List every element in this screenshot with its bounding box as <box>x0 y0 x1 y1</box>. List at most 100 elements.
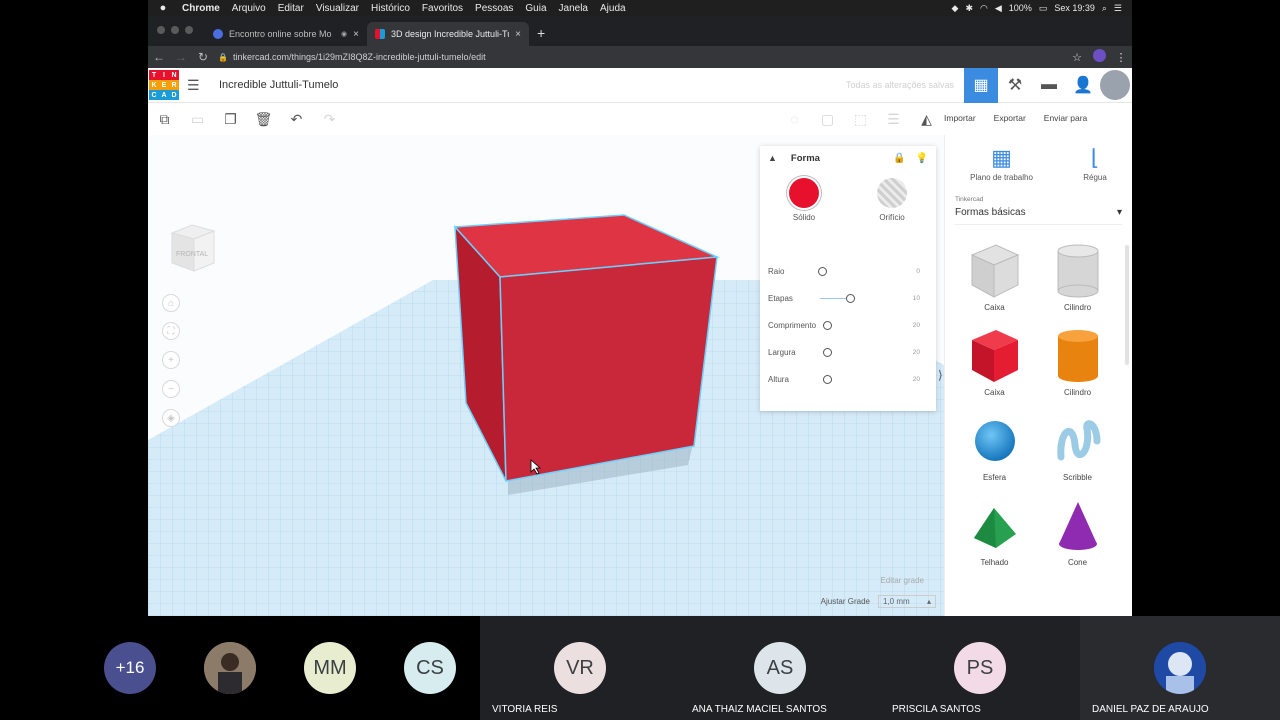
shape-box[interactable]: Caixa <box>953 326 1036 397</box>
shape-cylinder[interactable]: Cilindro <box>1036 326 1119 397</box>
design-title[interactable]: Incredible Juttuli-Tumelo <box>219 79 338 91</box>
shape-sphere[interactable]: Esfera <box>953 411 1036 482</box>
export-button[interactable]: Exportar <box>994 113 1026 123</box>
url-text[interactable]: tinkercad.com/things/1i29mZI8Q8Z-incredi… <box>233 52 486 62</box>
participant-tile[interactable]: DANIEL PAZ DE ARAUJO <box>1080 616 1280 720</box>
shape-box-hole[interactable]: Caixa <box>953 241 1036 312</box>
menu-app-name[interactable]: Chrome <box>182 3 228 14</box>
send-to-button[interactable]: Enviar para <box>1044 113 1087 123</box>
solid-swatch[interactable] <box>789 178 819 208</box>
redo-icon[interactable]: ↷ <box>313 111 346 128</box>
ruler-tool[interactable]: ⌊ Régua <box>1083 145 1107 182</box>
note-icon[interactable]: ◌ <box>778 111 811 127</box>
shape-roof[interactable]: Telhado <box>953 496 1036 567</box>
minimize-window-button[interactable] <box>171 26 179 34</box>
forward-icon[interactable]: → <box>170 50 192 64</box>
undo-icon[interactable]: ↶ <box>280 111 313 128</box>
group-icon[interactable]: ⬚ <box>844 111 877 128</box>
menu-editar[interactable]: Editar <box>278 3 312 14</box>
steps-slider[interactable] <box>846 294 855 303</box>
show-all-icon[interactable]: ▢ <box>811 111 844 128</box>
menu-favoritos[interactable]: Favoritos <box>422 3 471 14</box>
shape-cone[interactable]: Cone <box>1036 496 1119 567</box>
light-bulb-icon[interactable]: 💡 <box>916 153 928 164</box>
shape-cylinder-hole[interactable]: Cilindro <box>1036 241 1119 312</box>
lock-icon[interactable]: 🔒 <box>893 153 905 164</box>
close-window-button[interactable] <box>157 26 165 34</box>
tab-tinkercad[interactable]: 3D design Incredible Juttuli-Tu × <box>367 22 529 46</box>
collapse-caret-icon[interactable]: ▲ <box>768 153 777 163</box>
category-select[interactable]: Formas básicas <box>955 207 1026 218</box>
hole-swatch[interactable] <box>877 178 907 208</box>
prop-value[interactable]: 20 <box>913 322 920 329</box>
mirror-icon[interactable]: ◭ <box>910 111 943 128</box>
length-slider[interactable] <box>823 321 832 330</box>
menu-ajuda[interactable]: Ajuda <box>600 3 634 14</box>
dropbox-icon[interactable]: ◆ <box>952 3 959 14</box>
participant-tile[interactable]: VR VITORIA REIS <box>480 616 680 720</box>
control-center-icon[interactable]: ☰ <box>1114 3 1122 14</box>
bookmark-star-icon[interactable]: ☆ <box>1066 51 1088 64</box>
menu-visualizar[interactable]: Visualizar <box>316 3 367 14</box>
wifi-icon[interactable]: ◠ <box>980 3 988 14</box>
prop-value[interactable]: 0 <box>916 268 920 275</box>
paste-icon[interactable]: ▭ <box>181 111 214 128</box>
add-user-icon[interactable]: 👤 <box>1066 68 1100 103</box>
menu-guia[interactable]: Guia <box>525 3 554 14</box>
copy-icon[interactable]: ⧉ <box>148 111 181 128</box>
battery-label[interactable]: 100% <box>1009 3 1032 13</box>
solid-option[interactable]: Sólido <box>789 178 819 222</box>
duplicate-icon[interactable]: ❐ <box>214 111 247 128</box>
align-icon[interactable]: ☰ <box>877 111 910 128</box>
chevron-down-icon[interactable]: ▾ <box>1117 207 1122 218</box>
tab-close-icon[interactable]: × <box>515 29 521 40</box>
design-menu-icon[interactable]: ☰ <box>187 77 211 94</box>
prop-value[interactable]: 10 <box>913 295 920 302</box>
new-tab-button[interactable]: + <box>529 25 545 46</box>
bluetooth-icon[interactable]: ✱ <box>965 3 973 14</box>
bricks-view-button[interactable]: ▬ <box>1032 68 1066 103</box>
height-slider[interactable] <box>823 375 832 384</box>
hole-option[interactable]: Orifício <box>877 178 907 222</box>
participant-avatar[interactable]: CS <box>404 642 456 694</box>
shape-category[interactable]: Tinkercad Formas básicas ▾ <box>945 182 1132 225</box>
zoom-in-icon[interactable]: + <box>162 351 180 369</box>
prop-value[interactable]: 20 <box>913 376 920 383</box>
zoom-out-icon[interactable]: − <box>162 380 180 398</box>
sidebar-scrollbar[interactable] <box>1125 245 1129 365</box>
menu-arquivo[interactable]: Arquivo <box>232 3 274 14</box>
profile-avatar[interactable] <box>1088 49 1110 65</box>
edit-grid-button[interactable]: Editar grade <box>821 576 924 585</box>
menu-historico[interactable]: Histórico <box>371 3 418 14</box>
chrome-menu-icon[interactable]: ⋮ <box>1110 51 1132 64</box>
participant-avatar[interactable]: MM <box>304 642 356 694</box>
workplane-tool[interactable]: ▦ Plano de trabalho <box>970 145 1033 182</box>
participant-tile[interactable]: AS ANA THAIZ MACIEL SANTOS <box>680 616 880 720</box>
participant-tile[interactable]: PS PRISCILA SANTOS <box>880 616 1080 720</box>
shape-scribble[interactable]: Scribble <box>1036 411 1119 482</box>
volume-icon[interactable]: ◀ <box>995 3 1002 14</box>
menu-pessoas[interactable]: Pessoas <box>475 3 521 14</box>
cube-front-face[interactable] <box>499 256 718 482</box>
tab-close-icon[interactable]: × <box>353 29 359 40</box>
lock-icon[interactable]: 🔒 <box>218 53 228 62</box>
perspective-icon[interactable]: ◈ <box>162 409 180 427</box>
tab-meeting[interactable]: Encontro online sobre Mo ◉ × <box>205 22 367 46</box>
more-participants-button[interactable]: +16 <box>104 642 156 694</box>
spotlight-icon[interactable]: ⌕ <box>1102 3 1107 14</box>
apple-icon[interactable]: ● <box>148 2 178 14</box>
menu-janela[interactable]: Janela <box>559 3 596 14</box>
user-avatar[interactable] <box>1100 70 1130 100</box>
snap-grid-select[interactable]: 1,0 mm ▴ <box>878 595 936 608</box>
reload-icon[interactable]: ↻ <box>192 50 214 64</box>
import-button[interactable]: Importar <box>944 113 976 123</box>
back-icon[interactable]: ← <box>148 50 170 64</box>
view-cube[interactable]: FRONTAL <box>170 223 216 273</box>
delete-icon[interactable]: 🗑 <box>247 111 280 128</box>
width-slider[interactable] <box>823 348 832 357</box>
address-bar[interactable]: 🔒 tinkercad.com/things/1i29mZI8Q8Z-incre… <box>218 52 1066 62</box>
blocks-view-button[interactable]: ⚒ <box>998 68 1032 103</box>
prop-value[interactable]: 20 <box>913 349 920 356</box>
radius-slider[interactable] <box>818 267 827 276</box>
clock[interactable]: Sex 19:39 <box>1054 3 1095 13</box>
